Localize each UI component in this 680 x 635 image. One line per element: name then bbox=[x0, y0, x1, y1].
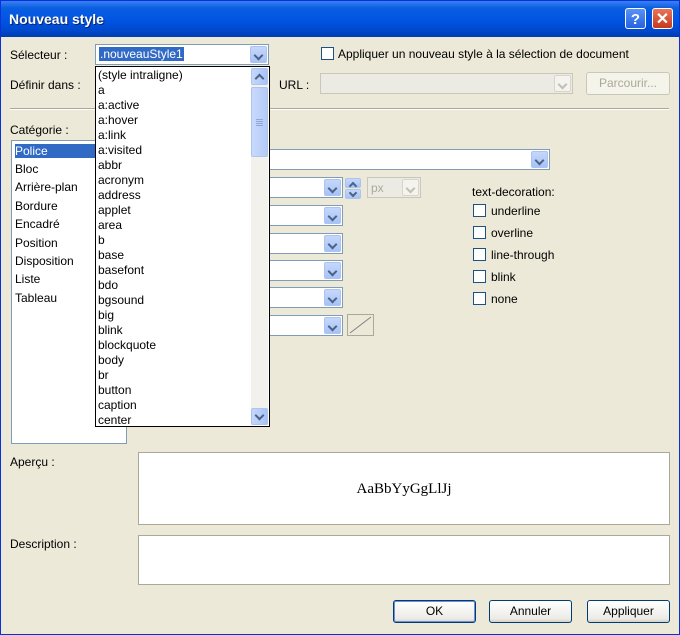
category-item-bloc[interactable]: Bloc bbox=[15, 162, 38, 176]
window-title: Nouveau style bbox=[9, 11, 104, 27]
selector-value: .nouveauStyle1 bbox=[99, 47, 184, 61]
list-item[interactable]: a:link bbox=[98, 128, 126, 142]
no-color-icon bbox=[349, 316, 372, 334]
preview-label: Aperçu : bbox=[10, 455, 55, 469]
chevron-down-icon[interactable] bbox=[324, 235, 341, 252]
scroll-up-icon[interactable] bbox=[251, 68, 268, 85]
scroll-thumb[interactable] bbox=[251, 87, 268, 157]
apply-selection-label: Appliquer un nouveau style à la sélectio… bbox=[338, 47, 629, 61]
close-icon: ✕ bbox=[655, 11, 670, 28]
dropdown-scrollbar[interactable] bbox=[251, 68, 268, 425]
title-bar[interactable]: Nouveau style ? ✕ bbox=[1, 1, 679, 37]
overline-label: overline bbox=[491, 226, 534, 240]
list-item[interactable]: body bbox=[98, 353, 124, 367]
font-size-unit-combo[interactable]: px bbox=[367, 177, 421, 198]
category-item-bordure[interactable]: Bordure bbox=[15, 199, 58, 213]
overline-checkbox[interactable] bbox=[473, 226, 486, 239]
chevron-down-icon[interactable] bbox=[324, 317, 341, 334]
help-icon: ? bbox=[630, 11, 641, 28]
help-button[interactable]: ? bbox=[625, 8, 646, 29]
none-checkbox[interactable] bbox=[473, 292, 486, 305]
list-item[interactable]: a:visited bbox=[98, 143, 142, 157]
list-item[interactable]: blockquote bbox=[98, 338, 156, 352]
list-item[interactable]: acronym bbox=[98, 173, 144, 187]
underline-checkbox[interactable] bbox=[473, 204, 486, 217]
description-box[interactable] bbox=[138, 535, 670, 585]
list-item[interactable]: blink bbox=[98, 323, 123, 337]
chevron-down-icon[interactable] bbox=[531, 151, 548, 168]
list-item[interactable]: bgsound bbox=[98, 293, 144, 307]
url-label: URL : bbox=[279, 78, 310, 92]
chevron-down-icon[interactable] bbox=[324, 289, 341, 306]
selector-label: Sélecteur : bbox=[10, 48, 68, 62]
url-combo[interactable] bbox=[320, 73, 573, 94]
chevron-down-icon[interactable] bbox=[250, 46, 267, 63]
description-label: Description : bbox=[10, 537, 77, 551]
list-item[interactable]: center bbox=[98, 413, 131, 426]
define-in-label: Définir dans : bbox=[10, 78, 81, 92]
selector-dropdown-list[interactable]: (style intraligne) a a:active a:hover a:… bbox=[95, 66, 270, 427]
category-item-liste[interactable]: Liste bbox=[15, 272, 40, 286]
list-item[interactable]: a:hover bbox=[98, 113, 138, 127]
list-item[interactable]: caption bbox=[98, 398, 137, 412]
font-size-unit-value: px bbox=[371, 181, 384, 195]
underline-label: underline bbox=[491, 204, 541, 218]
close-button[interactable]: ✕ bbox=[652, 8, 673, 29]
ok-button[interactable]: OK bbox=[393, 600, 476, 623]
scroll-down-icon[interactable] bbox=[251, 408, 268, 425]
selector-combo[interactable]: .nouveauStyle1 bbox=[95, 44, 269, 65]
category-item-arriere-plan[interactable]: Arrière-plan bbox=[15, 180, 78, 194]
chevron-down-icon[interactable] bbox=[324, 262, 341, 279]
chevron-down-icon[interactable] bbox=[324, 207, 341, 224]
apply-button[interactable]: Appliquer bbox=[587, 600, 670, 623]
list-item[interactable]: applet bbox=[98, 203, 131, 217]
category-item-disposition[interactable]: Disposition bbox=[15, 254, 74, 268]
cancel-button[interactable]: Annuler bbox=[489, 600, 572, 623]
chevron-down-icon bbox=[554, 75, 571, 92]
list-item[interactable]: b bbox=[98, 233, 105, 247]
spin-down-icon[interactable] bbox=[345, 188, 361, 199]
chevron-down-icon[interactable] bbox=[324, 179, 341, 196]
blink-label: blink bbox=[491, 270, 516, 284]
list-item[interactable]: base bbox=[98, 248, 124, 262]
line-through-label: line-through bbox=[491, 248, 555, 262]
list-item[interactable]: abbr bbox=[98, 158, 122, 172]
list-item[interactable]: br bbox=[98, 368, 109, 382]
list-item[interactable]: button bbox=[98, 383, 131, 397]
blink-checkbox[interactable] bbox=[473, 270, 486, 283]
category-label: Catégorie : bbox=[10, 123, 69, 137]
browse-button[interactable]: Parcourir... bbox=[586, 72, 670, 95]
category-item-position[interactable]: Position bbox=[15, 236, 58, 250]
text-decoration-label: text-decoration: bbox=[472, 185, 555, 199]
chevron-down-icon bbox=[402, 179, 419, 196]
line-through-checkbox[interactable] bbox=[473, 248, 486, 261]
category-item-tableau[interactable]: Tableau bbox=[15, 291, 57, 305]
category-item-encadre[interactable]: Encadré bbox=[15, 217, 60, 231]
list-item[interactable]: bdo bbox=[98, 278, 118, 292]
preview-sample: AaBbYyGgLlJj bbox=[356, 481, 452, 497]
none-label: none bbox=[491, 292, 518, 306]
color-picker-button[interactable] bbox=[347, 314, 374, 336]
font-family-combo[interactable] bbox=[251, 149, 550, 170]
list-item[interactable]: a bbox=[98, 83, 105, 97]
font-size-spinner[interactable] bbox=[345, 178, 361, 199]
new-style-dialog: Nouveau style ? ✕ Sélecteur : .nouveauSt… bbox=[0, 0, 680, 635]
list-item[interactable]: area bbox=[98, 218, 122, 232]
preview-box: AaBbYyGgLlJj bbox=[138, 452, 670, 525]
list-item[interactable]: a:active bbox=[98, 98, 139, 112]
list-item[interactable]: (style intraligne) bbox=[98, 68, 183, 82]
spin-up-icon[interactable] bbox=[345, 178, 361, 191]
apply-selection-checkbox[interactable] bbox=[321, 47, 334, 60]
list-item[interactable]: basefont bbox=[98, 263, 144, 277]
list-item[interactable]: address bbox=[98, 188, 141, 202]
list-item[interactable]: big bbox=[98, 308, 114, 322]
